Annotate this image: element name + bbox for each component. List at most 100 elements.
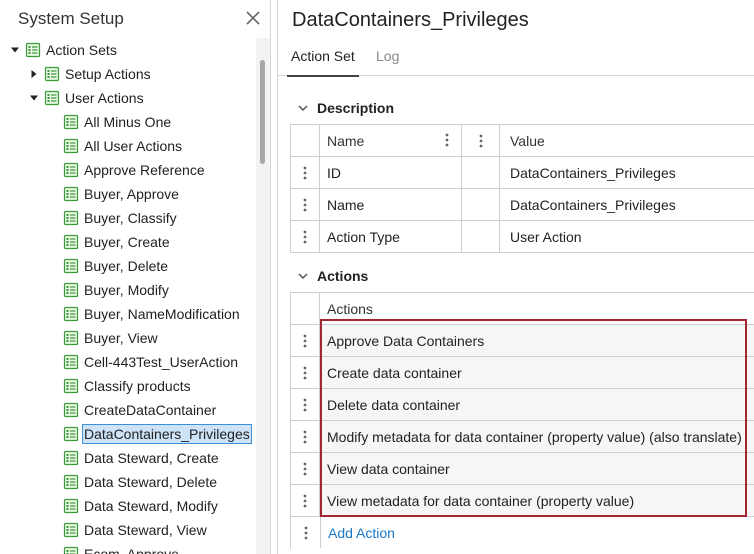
tree-item[interactable]: Buyer, Create (46, 230, 172, 254)
description-row[interactable]: Name DataContainers_Privileges (291, 189, 754, 221)
column-header-actions-label: Actions (327, 300, 373, 317)
tree-item-label: Buyer, Delete (84, 258, 169, 274)
tree-item[interactable]: Data Steward, Modify (46, 494, 220, 518)
toggle-spacer (46, 182, 60, 206)
name-cell: Name (320, 189, 462, 220)
tree-item-label: Action Sets (46, 42, 117, 58)
tree-item-label: Buyer, NameModification (84, 306, 240, 322)
action-row[interactable]: View data container (291, 453, 754, 485)
action-cell: Delete data container (320, 389, 754, 420)
toggle-spacer (46, 302, 60, 326)
row-drag-handle[interactable] (291, 357, 320, 388)
tree-item-label: Buyer, Modify (84, 282, 169, 298)
toggle-spacer (46, 110, 60, 134)
column-header-name[interactable]: Name (320, 125, 462, 156)
tab-log[interactable]: Log (376, 48, 399, 64)
tree-item[interactable]: Buyer, Approve (46, 182, 181, 206)
tree-item[interactable]: Buyer, Classify (46, 206, 179, 230)
row-drag-handle[interactable] (291, 325, 320, 356)
row-drag-handle[interactable] (291, 517, 320, 548)
description-row[interactable]: Action Type User Action (291, 221, 754, 253)
column-header-actions[interactable]: Actions (320, 293, 754, 324)
action-set-icon (63, 186, 79, 202)
spacer-cell (462, 157, 500, 188)
row-drag-handle[interactable] (291, 189, 320, 220)
action-set-icon (63, 282, 79, 298)
tree-item[interactable]: Ecom, Approve (46, 542, 181, 554)
action-set-icon (63, 522, 79, 538)
tree-item[interactable]: CreateDataContainer (46, 398, 218, 422)
action-row[interactable]: Delete data container (291, 389, 754, 421)
row-drag-handle[interactable] (291, 421, 320, 452)
action-row[interactable]: Modify metadata for data container (prop… (291, 421, 754, 453)
tab-action-set[interactable]: Action Set (287, 48, 359, 77)
action-label: Modify metadata for data container (prop… (327, 428, 742, 445)
scroll-thumb[interactable] (260, 60, 265, 164)
row-drag-handle[interactable] (291, 453, 320, 484)
action-set-icon (63, 114, 79, 130)
row-drag-handle[interactable] (291, 485, 320, 516)
description-row[interactable]: ID DataContainers_Privileges (291, 157, 754, 189)
add-action-link[interactable]: Add Action (328, 525, 395, 541)
row-drag-handle[interactable] (291, 389, 320, 420)
tree-item-label: All User Actions (84, 138, 183, 154)
tree-item[interactable]: Setup Actions (27, 62, 153, 86)
toggle-spacer (46, 542, 60, 554)
action-set-icon (63, 450, 79, 466)
panel-title: System Setup (18, 9, 124, 28)
name-text: Name (327, 196, 365, 213)
tree-item-label: Cell-443Test_UserAction (84, 354, 239, 370)
action-set-icon (63, 354, 79, 370)
drag-handle-icon (304, 526, 307, 539)
expand-toggle[interactable] (27, 62, 41, 86)
actions-table: Actions Approve Data Containers Create da… (290, 292, 754, 549)
row-drag-handle[interactable] (291, 221, 320, 252)
tree-item[interactable]: Data Steward, Delete (46, 470, 219, 494)
toggle-spacer (46, 446, 60, 470)
column-menu-icon[interactable] (445, 133, 449, 147)
description-table: Name Value ID DataContainers_Privileges Na… (290, 124, 754, 253)
tree-item[interactable]: DataContainers_Privileges (46, 422, 252, 446)
actions-section-toggle[interactable]: Actions (296, 266, 368, 286)
tree-item[interactable]: Cell-443Test_UserAction (46, 350, 240, 374)
action-set-icon (63, 138, 79, 154)
action-label: Create data container (327, 364, 462, 381)
column-drag-handle[interactable] (462, 125, 500, 156)
action-set-icon (63, 330, 79, 346)
close-icon[interactable] (244, 9, 262, 27)
tree-item[interactable]: Data Steward, Create (46, 446, 221, 470)
row-drag-handle[interactable] (291, 157, 320, 188)
action-set-icon (63, 474, 79, 490)
tree-scrollbar[interactable] (256, 38, 270, 554)
chevron-down-icon (298, 273, 308, 280)
tab-bar: Action Set Log (278, 40, 754, 77)
tree-item[interactable]: Action Sets (8, 38, 119, 62)
expand-toggle[interactable] (8, 38, 22, 62)
tree-item[interactable]: Buyer, Modify (46, 278, 171, 302)
tree-item[interactable]: Buyer, NameModification (46, 302, 242, 326)
value-cell: DataContainers_Privileges (500, 189, 754, 220)
tree-item[interactable]: User Actions (27, 86, 146, 110)
tree-item[interactable]: Classify products (46, 374, 193, 398)
tree-item-label: Buyer, Create (84, 234, 170, 250)
action-row[interactable]: View metadata for data container (proper… (291, 485, 754, 517)
tree-item[interactable]: Data Steward, View (46, 518, 209, 542)
toggle-spacer (46, 158, 60, 182)
tree-item[interactable]: Buyer, Delete (46, 254, 170, 278)
action-label: View data container (327, 460, 450, 477)
action-row[interactable]: Create data container (291, 357, 754, 389)
tree-item-label: Data Steward, View (84, 522, 207, 538)
description-section-toggle[interactable]: Description (296, 98, 394, 118)
tree-item[interactable]: All Minus One (46, 110, 173, 134)
tree-item[interactable]: All User Actions (46, 134, 184, 158)
actions-header-row: Actions (291, 293, 754, 325)
toggle-spacer (46, 494, 60, 518)
action-row[interactable]: Approve Data Containers (291, 325, 754, 357)
toggle-spacer (46, 470, 60, 494)
column-header-value[interactable]: Value (500, 125, 754, 156)
tree-item[interactable]: Buyer, View (46, 326, 160, 350)
drag-handle-icon (303, 398, 307, 411)
expand-toggle[interactable] (27, 86, 41, 110)
triangle-down-icon (11, 47, 19, 53)
tree-item[interactable]: Approve Reference (46, 158, 207, 182)
